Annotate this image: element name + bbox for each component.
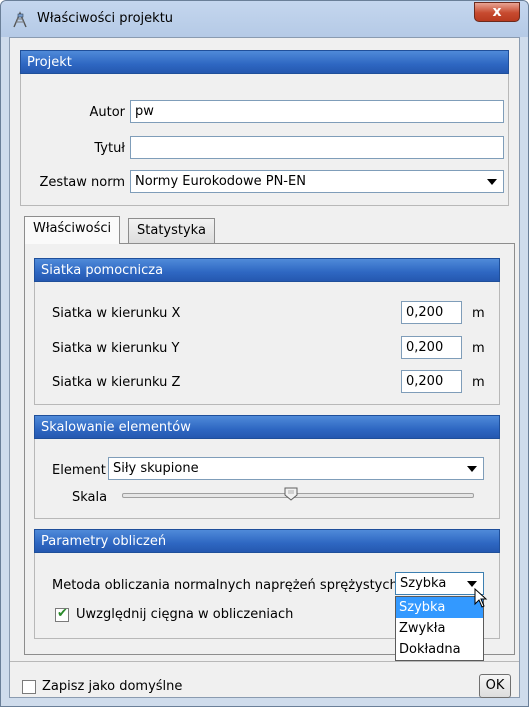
tab-statystyka-label: Statystyka bbox=[137, 223, 206, 238]
autor-label: Autor bbox=[89, 105, 125, 120]
siatka-y-unit: m bbox=[472, 341, 485, 356]
chevron-down-icon bbox=[467, 466, 477, 472]
element-label: Element bbox=[52, 463, 106, 478]
ciegna-checkbox[interactable]: ✔ bbox=[55, 606, 69, 622]
dialog-client-area: Projekt Autor Tytuł Zestaw norm Normy Eu… bbox=[9, 37, 520, 698]
zapisz-domyslne-label: Zapisz jako domyślne bbox=[42, 679, 183, 694]
siatka-y-field[interactable] bbox=[401, 336, 462, 359]
metoda-label: Metoda obliczania normalnych naprężeń sp… bbox=[52, 578, 398, 593]
skala-slider-thumb[interactable] bbox=[284, 487, 298, 501]
metoda-option-zwykla[interactable]: Zwykła bbox=[396, 618, 483, 639]
zapisz-domyslne-checkbox[interactable] bbox=[22, 680, 36, 694]
parametry-header: Parametry obliczeń bbox=[34, 529, 500, 553]
chevron-down-icon bbox=[487, 179, 497, 185]
title-bar[interactable]: Właściwości projektu x bbox=[1, 1, 528, 37]
ok-button-label: OK bbox=[485, 678, 505, 693]
ciegna-label: Uwzględnij cięgna w obliczeniach bbox=[76, 607, 294, 622]
checkmark-icon: ✔ bbox=[57, 606, 68, 621]
close-icon: x bbox=[492, 4, 502, 20]
mouse-pointer-icon bbox=[474, 588, 488, 608]
metoda-dropdown-list: Szybka Zwykła Dokładna bbox=[395, 596, 484, 661]
tab-wlasciwosci-label: Właściwości bbox=[33, 221, 112, 236]
metoda-option-szybka[interactable]: Szybka bbox=[396, 597, 483, 618]
skalowanie-header: Skalowanie elementów bbox=[34, 415, 500, 439]
close-button[interactable]: x bbox=[474, 2, 520, 22]
app-icon bbox=[13, 11, 27, 28]
siatka-z-unit: m bbox=[472, 375, 485, 390]
dialog-window: Właściwości projektu x Projekt Autor Tyt… bbox=[0, 0, 529, 707]
tab-statystyka[interactable]: Statystyka bbox=[128, 218, 215, 244]
tytul-label: Tytuł bbox=[94, 141, 125, 156]
element-value: Siły skupione bbox=[113, 461, 199, 476]
siatka-x-label: Siatka w kierunku X bbox=[52, 306, 181, 321]
siatka-x-unit: m bbox=[472, 306, 485, 321]
tytul-field[interactable] bbox=[130, 136, 504, 159]
zestaw-norm-value: Normy Eurokodowe PN-EN bbox=[135, 174, 306, 189]
metoda-select[interactable]: Szybka bbox=[395, 572, 484, 595]
metoda-value: Szybka bbox=[400, 576, 447, 591]
window-title: Właściwości projektu bbox=[37, 11, 174, 26]
chevron-down-icon bbox=[467, 581, 477, 587]
siatka-z-field[interactable] bbox=[401, 370, 462, 393]
zestaw-norm-label: Zestaw norm bbox=[39, 175, 125, 190]
siatka-header: Siatka pomocnicza bbox=[34, 258, 500, 282]
projekt-header: Projekt bbox=[20, 50, 509, 74]
metoda-option-dokladna[interactable]: Dokładna bbox=[396, 639, 483, 660]
siatka-z-label: Siatka w kierunku Z bbox=[52, 375, 181, 390]
autor-field[interactable] bbox=[130, 100, 504, 123]
siatka-y-label: Siatka w kierunku Y bbox=[52, 341, 180, 356]
tab-wlasciwosci[interactable]: Właściwości bbox=[24, 216, 121, 244]
ok-button[interactable]: OK bbox=[479, 674, 511, 698]
siatka-x-field[interactable] bbox=[401, 301, 462, 324]
skala-label: Skala bbox=[72, 490, 108, 505]
footer-divider bbox=[10, 661, 519, 662]
element-select[interactable]: Siły skupione bbox=[108, 457, 484, 480]
zestaw-norm-select[interactable]: Normy Eurokodowe PN-EN bbox=[130, 170, 504, 193]
